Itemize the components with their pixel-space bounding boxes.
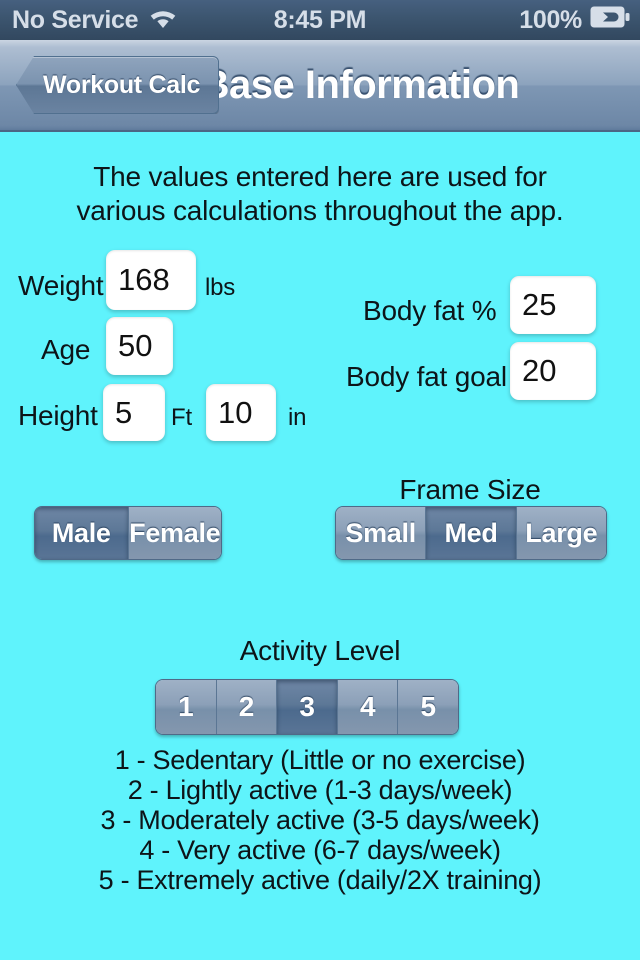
intro-line-1: The values entered here are used for xyxy=(93,161,547,192)
app-screen: No Service 8:45 PM 100% Base Information xyxy=(0,0,640,960)
gender-segment-male[interactable]: Male xyxy=(35,507,129,559)
activity-segment-label: 1 xyxy=(178,691,194,722)
frame-size-segment-large[interactable]: Large xyxy=(516,507,606,559)
frame-size-segment-label: Large xyxy=(525,517,598,548)
back-button[interactable]: Workout Calc xyxy=(16,56,220,114)
intro-line-2: various calculations throughout the app. xyxy=(76,195,564,226)
status-bar-right: 100% xyxy=(519,6,630,35)
frame-size-segment-label: Small xyxy=(345,517,416,548)
height-feet-unit-label: Ft xyxy=(171,404,192,431)
intro-text: The values entered here are used for var… xyxy=(0,160,640,228)
body-fat-label: Body fat % xyxy=(363,295,497,326)
frame-size-segment-label: Med xyxy=(444,517,498,548)
battery-charging-icon xyxy=(590,6,630,35)
frame-size-segmented-control[interactable]: Small Med Large xyxy=(335,506,607,560)
weight-input[interactable] xyxy=(106,250,196,310)
height-label: Height xyxy=(18,400,98,431)
status-bar: No Service 8:45 PM 100% xyxy=(0,0,640,40)
activity-level-segmented-control[interactable]: 1 2 3 4 5 xyxy=(155,679,459,735)
activity-segment-1[interactable]: 1 xyxy=(156,680,217,734)
weight-label: Weight xyxy=(18,270,104,301)
activity-segment-label: 2 xyxy=(238,691,255,722)
frame-size-segment-med[interactable]: Med xyxy=(426,507,517,559)
frame-size-segment-small[interactable]: Small xyxy=(336,507,427,559)
gender-segment-label: Male xyxy=(51,517,111,548)
back-button-label: Workout Calc xyxy=(43,70,201,99)
battery-percent-label: 100% xyxy=(519,5,582,34)
activity-segment-4[interactable]: 4 xyxy=(337,680,399,734)
activity-segment-5[interactable]: 5 xyxy=(398,680,458,734)
activity-segment-label: 4 xyxy=(359,691,376,722)
age-label: Age xyxy=(41,334,91,365)
content-area: The values entered here are used for var… xyxy=(0,132,640,960)
body-fat-goal-label: Body fat goal xyxy=(346,361,507,392)
activity-legend-line: 5 - Extremely active (daily/2X training) xyxy=(98,865,542,895)
activity-segment-3[interactable]: 3 xyxy=(277,680,338,734)
gender-segment-label: Female xyxy=(129,517,221,548)
age-input[interactable] xyxy=(106,317,173,375)
activity-segment-label: 5 xyxy=(420,691,437,722)
height-feet-input[interactable] xyxy=(103,384,165,441)
activity-level-legend: 1 - Sedentary (Little or no exercise) 2 -… xyxy=(0,745,640,895)
activity-legend-line: 3 - Moderately active (3-5 days/week) xyxy=(100,805,540,835)
body-fat-goal-input[interactable] xyxy=(510,342,596,400)
height-inches-input[interactable] xyxy=(206,384,276,441)
activity-level-title: Activity Level xyxy=(239,635,401,666)
activity-segment-label: 3 xyxy=(299,691,315,722)
activity-segment-2[interactable]: 2 xyxy=(216,680,278,734)
weight-unit-label: lbs xyxy=(205,274,236,301)
activity-legend-line: 2 - Lightly active (1-3 days/week) xyxy=(127,775,513,805)
gender-segment-female[interactable]: Female xyxy=(128,507,221,559)
activity-legend-line: 1 - Sedentary (Little or no exercise) xyxy=(114,745,526,775)
activity-legend-line: 4 - Very active (6-7 days/week) xyxy=(139,835,501,865)
body-fat-input[interactable] xyxy=(510,276,596,334)
gender-segmented-control[interactable]: Male Female xyxy=(34,506,222,560)
height-inches-unit-label: in xyxy=(288,404,307,431)
frame-size-title: Frame Size xyxy=(399,474,541,505)
navigation-bar: Base Information Workout Calc xyxy=(0,40,640,132)
